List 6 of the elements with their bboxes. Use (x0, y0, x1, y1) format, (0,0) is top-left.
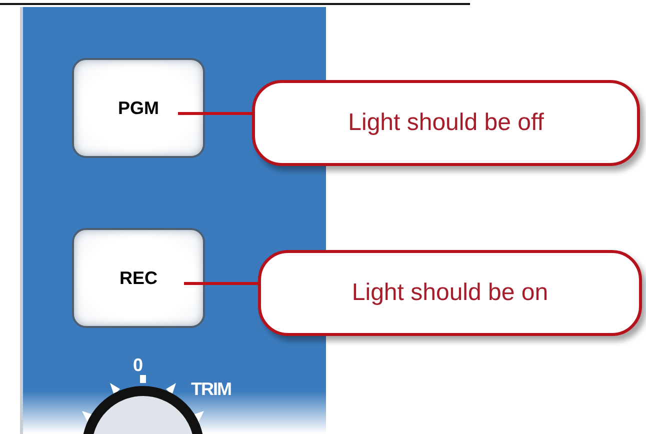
rec-button[interactable]: REC (72, 228, 205, 328)
scale-label: 0 (133, 355, 144, 376)
callout: Light should be off (252, 80, 640, 166)
callout: Light should be on (258, 250, 642, 336)
trim-label: TRIM (191, 379, 231, 400)
pgm-button[interactable]: PGM (72, 58, 205, 158)
